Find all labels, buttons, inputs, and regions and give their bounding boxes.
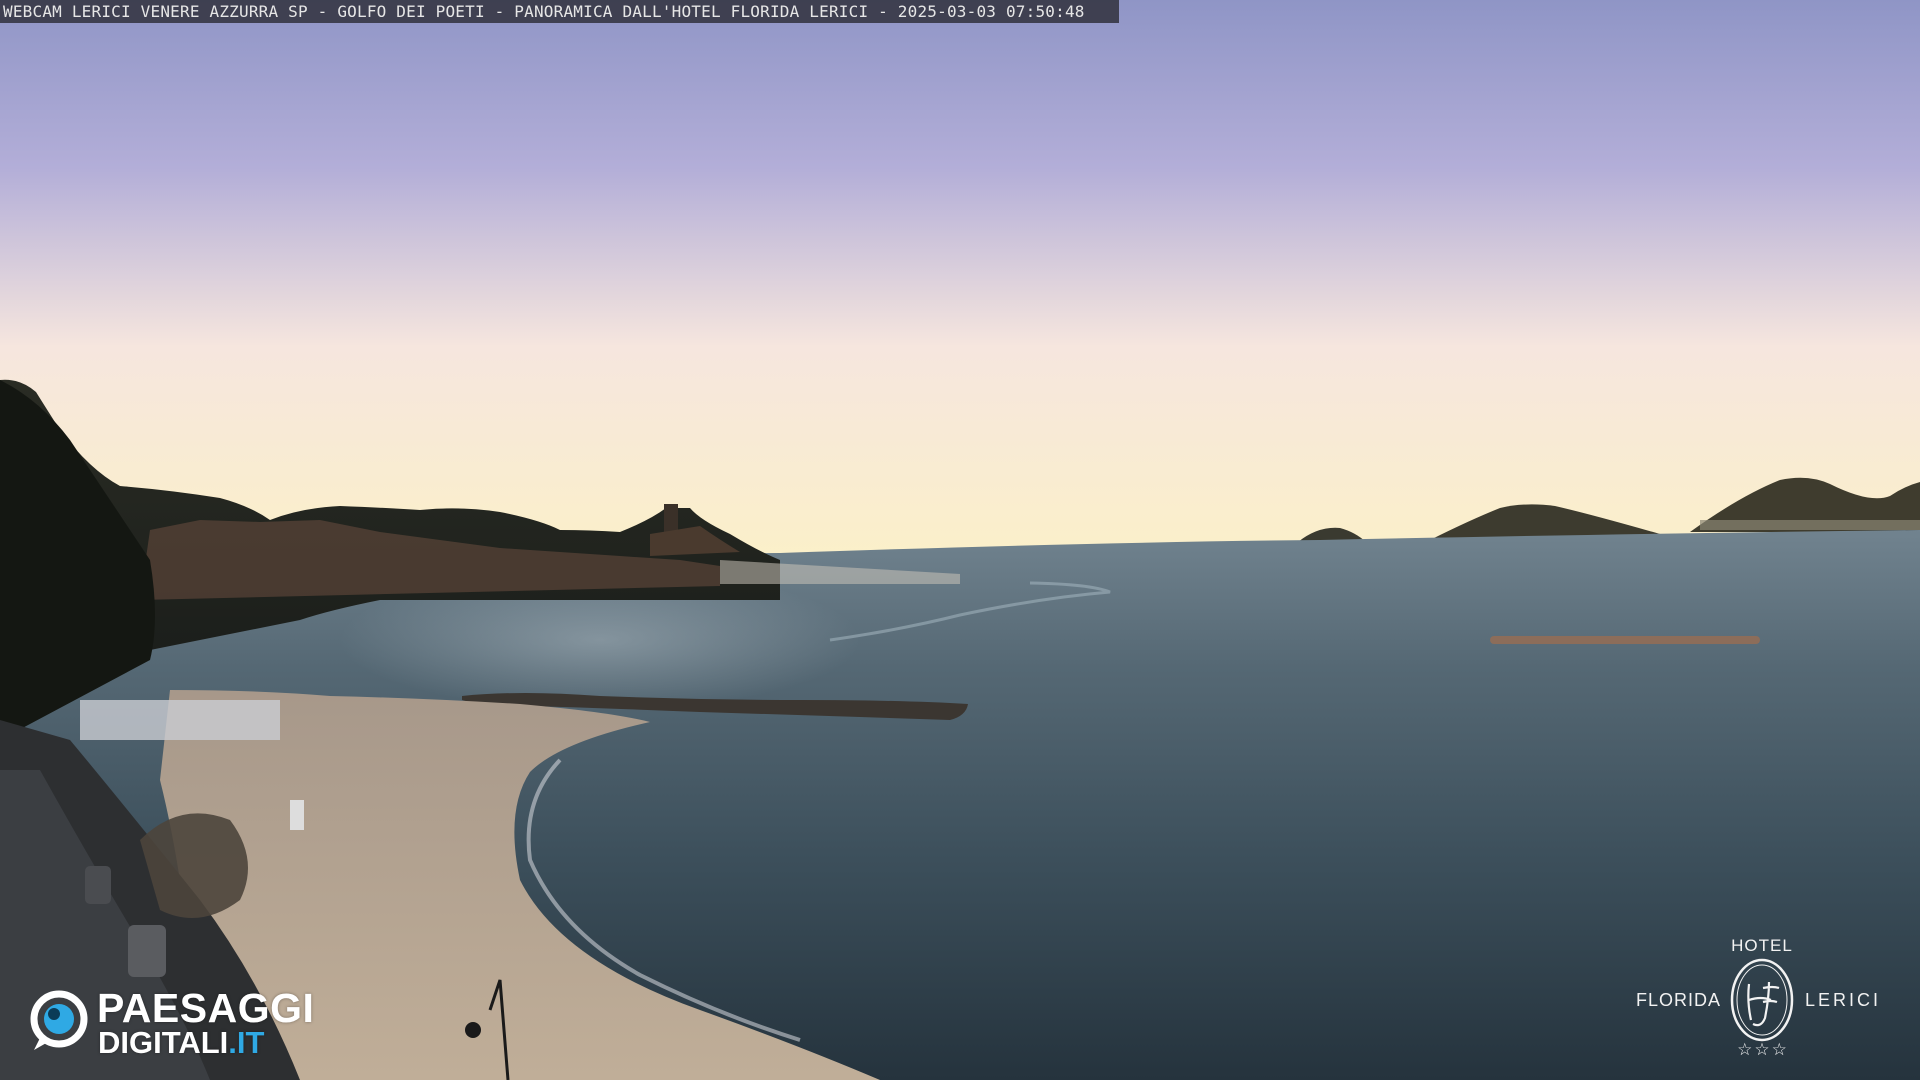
hotel-town-label: LERICI	[1805, 990, 1882, 1010]
logo-text-digitali: DIGITALI.IT	[98, 1026, 264, 1060]
logo-text-paesaggi: PAESAGGI	[97, 985, 315, 1031]
portovenere-town	[1700, 520, 1920, 530]
webcam-panorama-image	[0, 0, 1920, 1080]
parked-car-2	[85, 866, 111, 904]
hotel-name-label: FLORIDA	[1636, 990, 1722, 1010]
logo-text-digitali-main: DIGITALI	[98, 1025, 229, 1060]
hotel-monogram-icon	[1730, 958, 1794, 1042]
webcam-frame: WEBCAM LERICI VENERE AZZURRA SP - GOLFO …	[0, 0, 1920, 1080]
paesaggi-digitali-logo[interactable]: PAESAGGI DIGITALI.IT	[30, 985, 340, 1060]
hotel-label: HOTEL	[1731, 936, 1793, 955]
lifeguard-tower	[290, 800, 304, 830]
beach-huts	[80, 700, 280, 740]
sky	[0, 0, 1920, 560]
star-rating-icon: ☆☆☆	[1737, 1040, 1789, 1060]
parked-car	[128, 925, 166, 977]
castle-tower	[664, 504, 678, 534]
eye-icon	[30, 990, 88, 1050]
hotel-florida-logo[interactable]: HOTEL FLORIDA LERICI ☆☆☆	[1630, 932, 1900, 1064]
webcam-caption: WEBCAM LERICI VENERE AZZURRA SP - GOLFO …	[0, 0, 1119, 23]
logo-text-tld: .IT	[228, 1025, 265, 1060]
breakwater-far	[1490, 636, 1760, 644]
